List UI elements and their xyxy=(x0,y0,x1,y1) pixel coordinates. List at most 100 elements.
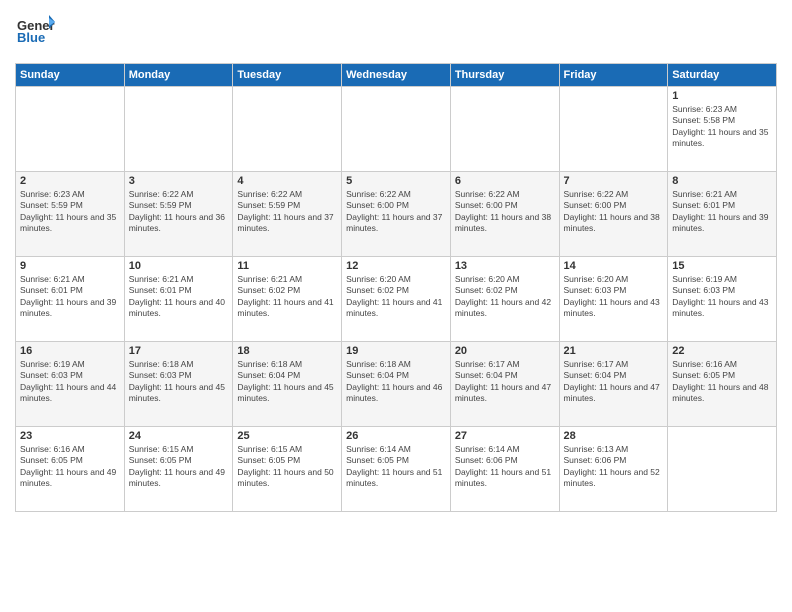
calendar-week-row: 16 Sunrise: 6:19 AM Sunset: 6:03 PM Dayli… xyxy=(16,342,777,427)
calendar-day-cell: 12 Sunrise: 6:20 AM Sunset: 6:02 PM Dayli… xyxy=(342,257,451,342)
calendar-day-cell: 2Sunrise: 6:23 AM Sunset: 5:59 PM Daylig… xyxy=(16,172,125,257)
calendar-day-cell: 17 Sunrise: 6:18 AM Sunset: 6:03 PM Dayli… xyxy=(124,342,233,427)
day-info: Sunrise: 6:21 AM Sunset: 6:01 PM Dayligh… xyxy=(20,274,120,320)
day-number: 23 xyxy=(20,430,120,442)
day-number: 13 xyxy=(455,260,555,272)
day-number: 4 xyxy=(237,175,337,187)
page-header: General Blue xyxy=(15,10,777,55)
day-info: Sunrise: 6:22 AM Sunset: 6:00 PM Dayligh… xyxy=(346,189,446,235)
calendar-day-cell: 23 Sunrise: 6:16 AM Sunset: 6:05 PM Dayli… xyxy=(16,427,125,512)
day-info: Sunrise: 6:20 AM Sunset: 6:03 PM Dayligh… xyxy=(564,274,664,320)
calendar-day-header: Monday xyxy=(124,64,233,87)
calendar-day-cell: 11Sunrise: 6:21 AM Sunset: 6:02 PM Dayli… xyxy=(233,257,342,342)
day-info: Sunrise: 6:18 AM Sunset: 6:03 PM Dayligh… xyxy=(129,359,229,405)
calendar-day-cell: 3 Sunrise: 6:22 AM Sunset: 5:59 PM Daylig… xyxy=(124,172,233,257)
day-number: 28 xyxy=(564,430,664,442)
day-info: Sunrise: 6:14 AM Sunset: 6:05 PM Dayligh… xyxy=(346,444,446,490)
calendar-day-cell: 13 Sunrise: 6:20 AM Sunset: 6:02 PM Dayli… xyxy=(450,257,559,342)
day-info: Sunrise: 6:17 AM Sunset: 6:04 PM Dayligh… xyxy=(455,359,555,405)
calendar-day-cell: 26 Sunrise: 6:14 AM Sunset: 6:05 PM Dayli… xyxy=(342,427,451,512)
calendar-day-cell: 24 Sunrise: 6:15 AM Sunset: 6:05 PM Dayli… xyxy=(124,427,233,512)
calendar-day-cell: 20 Sunrise: 6:17 AM Sunset: 6:04 PM Dayli… xyxy=(450,342,559,427)
calendar-day-header: Friday xyxy=(559,64,668,87)
day-number: 25 xyxy=(237,430,337,442)
day-info: Sunrise: 6:21 AM Sunset: 6:01 PM Dayligh… xyxy=(672,189,772,235)
day-info: Sunrise: 6:16 AM Sunset: 6:05 PM Dayligh… xyxy=(20,444,120,490)
calendar-day-header: Tuesday xyxy=(233,64,342,87)
day-number: 17 xyxy=(129,345,229,357)
calendar-table: SundayMondayTuesdayWednesdayThursdayFrid… xyxy=(15,63,777,512)
calendar-day-header: Wednesday xyxy=(342,64,451,87)
day-info: Sunrise: 6:21 AM Sunset: 6:01 PM Dayligh… xyxy=(129,274,229,320)
day-info: Sunrise: 6:22 AM Sunset: 5:59 PM Dayligh… xyxy=(129,189,229,235)
day-info: Sunrise: 6:21 AM Sunset: 6:02 PM Dayligh… xyxy=(237,274,337,320)
calendar-day-header: Thursday xyxy=(450,64,559,87)
calendar-day-cell: 22 Sunrise: 6:16 AM Sunset: 6:05 PM Dayli… xyxy=(668,342,777,427)
day-info: Sunrise: 6:19 AM Sunset: 6:03 PM Dayligh… xyxy=(672,274,772,320)
day-info: Sunrise: 6:22 AM Sunset: 5:59 PM Dayligh… xyxy=(237,189,337,235)
day-info: Sunrise: 6:15 AM Sunset: 6:05 PM Dayligh… xyxy=(129,444,229,490)
day-number: 14 xyxy=(564,260,664,272)
logo-icon: General Blue xyxy=(15,10,55,50)
calendar-day-cell: 21 Sunrise: 6:17 AM Sunset: 6:04 PM Dayli… xyxy=(559,342,668,427)
calendar-day-cell: 10Sunrise: 6:21 AM Sunset: 6:01 PM Dayli… xyxy=(124,257,233,342)
calendar-day-cell: 16 Sunrise: 6:19 AM Sunset: 6:03 PM Dayli… xyxy=(16,342,125,427)
day-number: 27 xyxy=(455,430,555,442)
calendar-day-header: Saturday xyxy=(668,64,777,87)
day-number: 24 xyxy=(129,430,229,442)
day-number: 15 xyxy=(672,260,772,272)
day-number: 21 xyxy=(564,345,664,357)
day-info: Sunrise: 6:23 AM Sunset: 5:58 PM Dayligh… xyxy=(672,104,772,150)
day-info: Sunrise: 6:19 AM Sunset: 6:03 PM Dayligh… xyxy=(20,359,120,405)
day-info: Sunrise: 6:14 AM Sunset: 6:06 PM Dayligh… xyxy=(455,444,555,490)
day-number: 1 xyxy=(672,90,772,102)
calendar-day-cell: 5 Sunrise: 6:22 AM Sunset: 6:00 PM Daylig… xyxy=(342,172,451,257)
day-number: 9 xyxy=(20,260,120,272)
day-number: 8 xyxy=(672,175,772,187)
calendar-header-row: SundayMondayTuesdayWednesdayThursdayFrid… xyxy=(16,64,777,87)
day-number: 3 xyxy=(129,175,229,187)
calendar-week-row: 23 Sunrise: 6:16 AM Sunset: 6:05 PM Dayli… xyxy=(16,427,777,512)
calendar-day-cell: 25Sunrise: 6:15 AM Sunset: 6:05 PM Dayli… xyxy=(233,427,342,512)
calendar-day-cell: 6 Sunrise: 6:22 AM Sunset: 6:00 PM Daylig… xyxy=(450,172,559,257)
day-number: 6 xyxy=(455,175,555,187)
day-number: 12 xyxy=(346,260,446,272)
calendar-day-cell xyxy=(559,87,668,172)
day-info: Sunrise: 6:13 AM Sunset: 6:06 PM Dayligh… xyxy=(564,444,664,490)
calendar-day-cell: 27 Sunrise: 6:14 AM Sunset: 6:06 PM Dayli… xyxy=(450,427,559,512)
calendar-day-cell: 9 Sunrise: 6:21 AM Sunset: 6:01 PM Daylig… xyxy=(16,257,125,342)
svg-text:Blue: Blue xyxy=(17,30,45,45)
day-number: 16 xyxy=(20,345,120,357)
calendar-day-cell: 28 Sunrise: 6:13 AM Sunset: 6:06 PM Dayli… xyxy=(559,427,668,512)
calendar-day-cell: 7Sunrise: 6:22 AM Sunset: 6:00 PM Daylig… xyxy=(559,172,668,257)
day-info: Sunrise: 6:18 AM Sunset: 6:04 PM Dayligh… xyxy=(346,359,446,405)
day-number: 2 xyxy=(20,175,120,187)
day-number: 5 xyxy=(346,175,446,187)
day-number: 22 xyxy=(672,345,772,357)
calendar-day-cell: 8 Sunrise: 6:21 AM Sunset: 6:01 PM Daylig… xyxy=(668,172,777,257)
calendar-day-cell: 19 Sunrise: 6:18 AM Sunset: 6:04 PM Dayli… xyxy=(342,342,451,427)
logo: General Blue xyxy=(15,10,55,55)
day-info: Sunrise: 6:17 AM Sunset: 6:04 PM Dayligh… xyxy=(564,359,664,405)
calendar-day-cell: 14 Sunrise: 6:20 AM Sunset: 6:03 PM Dayli… xyxy=(559,257,668,342)
calendar-day-cell xyxy=(450,87,559,172)
calendar-week-row: 2Sunrise: 6:23 AM Sunset: 5:59 PM Daylig… xyxy=(16,172,777,257)
day-number: 26 xyxy=(346,430,446,442)
calendar-day-cell xyxy=(668,427,777,512)
calendar-week-row: 9 Sunrise: 6:21 AM Sunset: 6:01 PM Daylig… xyxy=(16,257,777,342)
day-info: Sunrise: 6:16 AM Sunset: 6:05 PM Dayligh… xyxy=(672,359,772,405)
calendar-day-cell: 15 Sunrise: 6:19 AM Sunset: 6:03 PM Dayli… xyxy=(668,257,777,342)
calendar-day-cell xyxy=(124,87,233,172)
calendar-day-cell xyxy=(233,87,342,172)
day-info: Sunrise: 6:22 AM Sunset: 6:00 PM Dayligh… xyxy=(455,189,555,235)
calendar-week-row: 1 Sunrise: 6:23 AM Sunset: 5:58 PM Daylig… xyxy=(16,87,777,172)
calendar-day-cell xyxy=(342,87,451,172)
calendar-day-header: Sunday xyxy=(16,64,125,87)
calendar-day-cell xyxy=(16,87,125,172)
day-info: Sunrise: 6:18 AM Sunset: 6:04 PM Dayligh… xyxy=(237,359,337,405)
day-number: 19 xyxy=(346,345,446,357)
day-number: 20 xyxy=(455,345,555,357)
day-info: Sunrise: 6:20 AM Sunset: 6:02 PM Dayligh… xyxy=(455,274,555,320)
calendar-day-cell: 18Sunrise: 6:18 AM Sunset: 6:04 PM Dayli… xyxy=(233,342,342,427)
day-info: Sunrise: 6:20 AM Sunset: 6:02 PM Dayligh… xyxy=(346,274,446,320)
